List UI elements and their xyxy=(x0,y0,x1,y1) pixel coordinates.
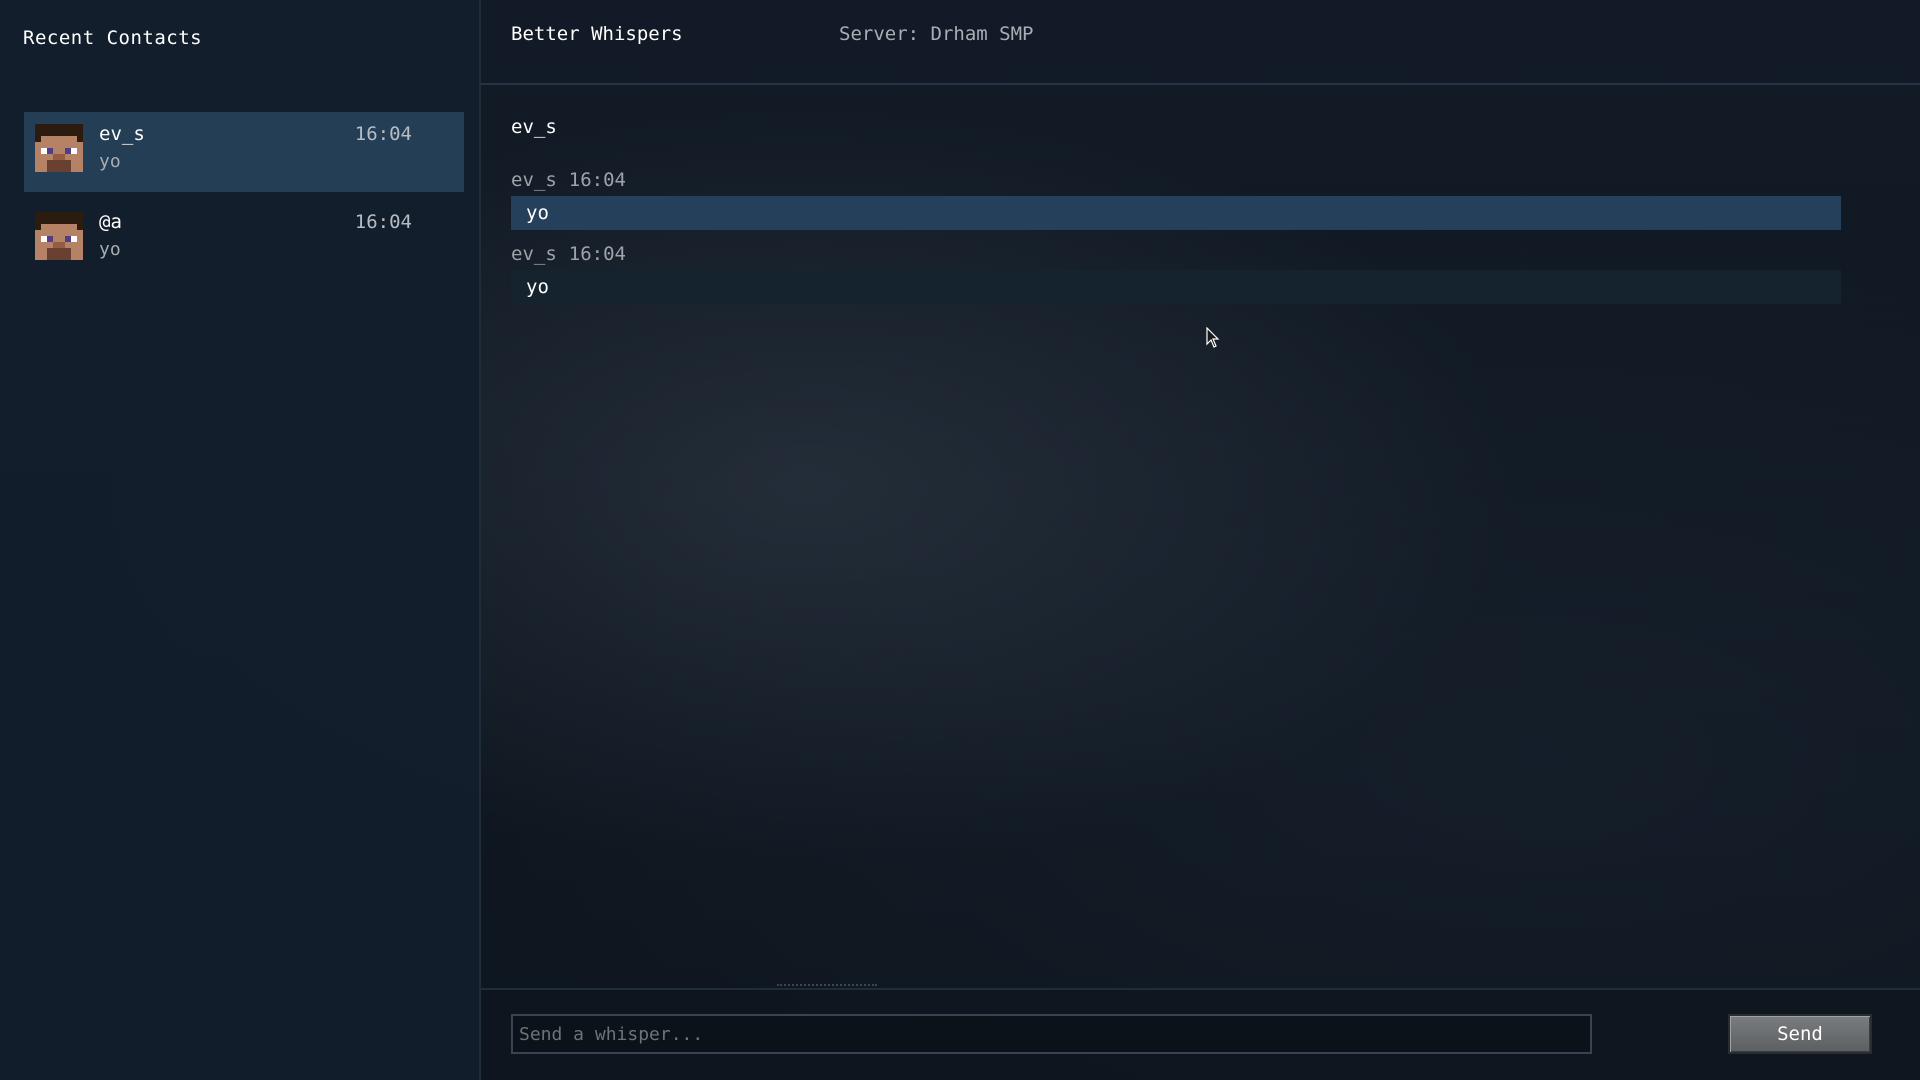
contact-time: 16:04 xyxy=(354,123,412,145)
contact-time: 16:04 xyxy=(354,211,412,233)
message-sender: ev_s xyxy=(511,243,557,265)
message-meta: ev_s 16:04 xyxy=(511,169,626,191)
send-button[interactable]: Send xyxy=(1728,1014,1872,1054)
contact-name: ev_s xyxy=(99,123,145,145)
conversation-title: ev_s xyxy=(511,116,557,138)
message-sender: ev_s xyxy=(511,169,557,191)
message-time: 16:04 xyxy=(568,243,626,265)
app-header: Better Whispers Server: Drham SMP xyxy=(481,0,1920,85)
message-bubble[interactable]: yo xyxy=(511,270,1841,304)
sidebar-title: Recent Contacts xyxy=(23,27,203,49)
player-head-icon xyxy=(35,212,83,260)
contact-item-ev_s[interactable]: ev_s 16:04 yo xyxy=(24,112,464,192)
contact-preview: yo xyxy=(99,151,121,172)
message-time: 16:04 xyxy=(568,169,626,191)
contact-item-at-a[interactable]: @a 16:04 yo xyxy=(24,200,464,280)
message-meta: ev_s 16:04 xyxy=(511,243,626,265)
drag-handle[interactable] xyxy=(777,984,877,990)
better-whispers-screen: Recent Contacts ev_s 16:04 yo @a 16:04 y… xyxy=(0,0,1920,1080)
message-bubble[interactable]: yo xyxy=(511,196,1841,230)
whisper-input[interactable] xyxy=(511,1014,1592,1054)
server-label: Server: Drham SMP xyxy=(839,23,1034,45)
player-head-icon xyxy=(35,124,83,172)
app-title: Better Whispers xyxy=(511,23,683,45)
conversation-panel: Better Whispers Server: Drham SMP ev_s e… xyxy=(481,0,1920,1080)
mouse-pointer-icon xyxy=(1206,327,1220,348)
contact-name: @a xyxy=(99,211,122,233)
composer-bar: Send xyxy=(481,984,1920,1080)
contact-preview: yo xyxy=(99,239,121,260)
recent-contacts-sidebar: Recent Contacts ev_s 16:04 yo @a 16:04 y… xyxy=(0,0,481,1080)
